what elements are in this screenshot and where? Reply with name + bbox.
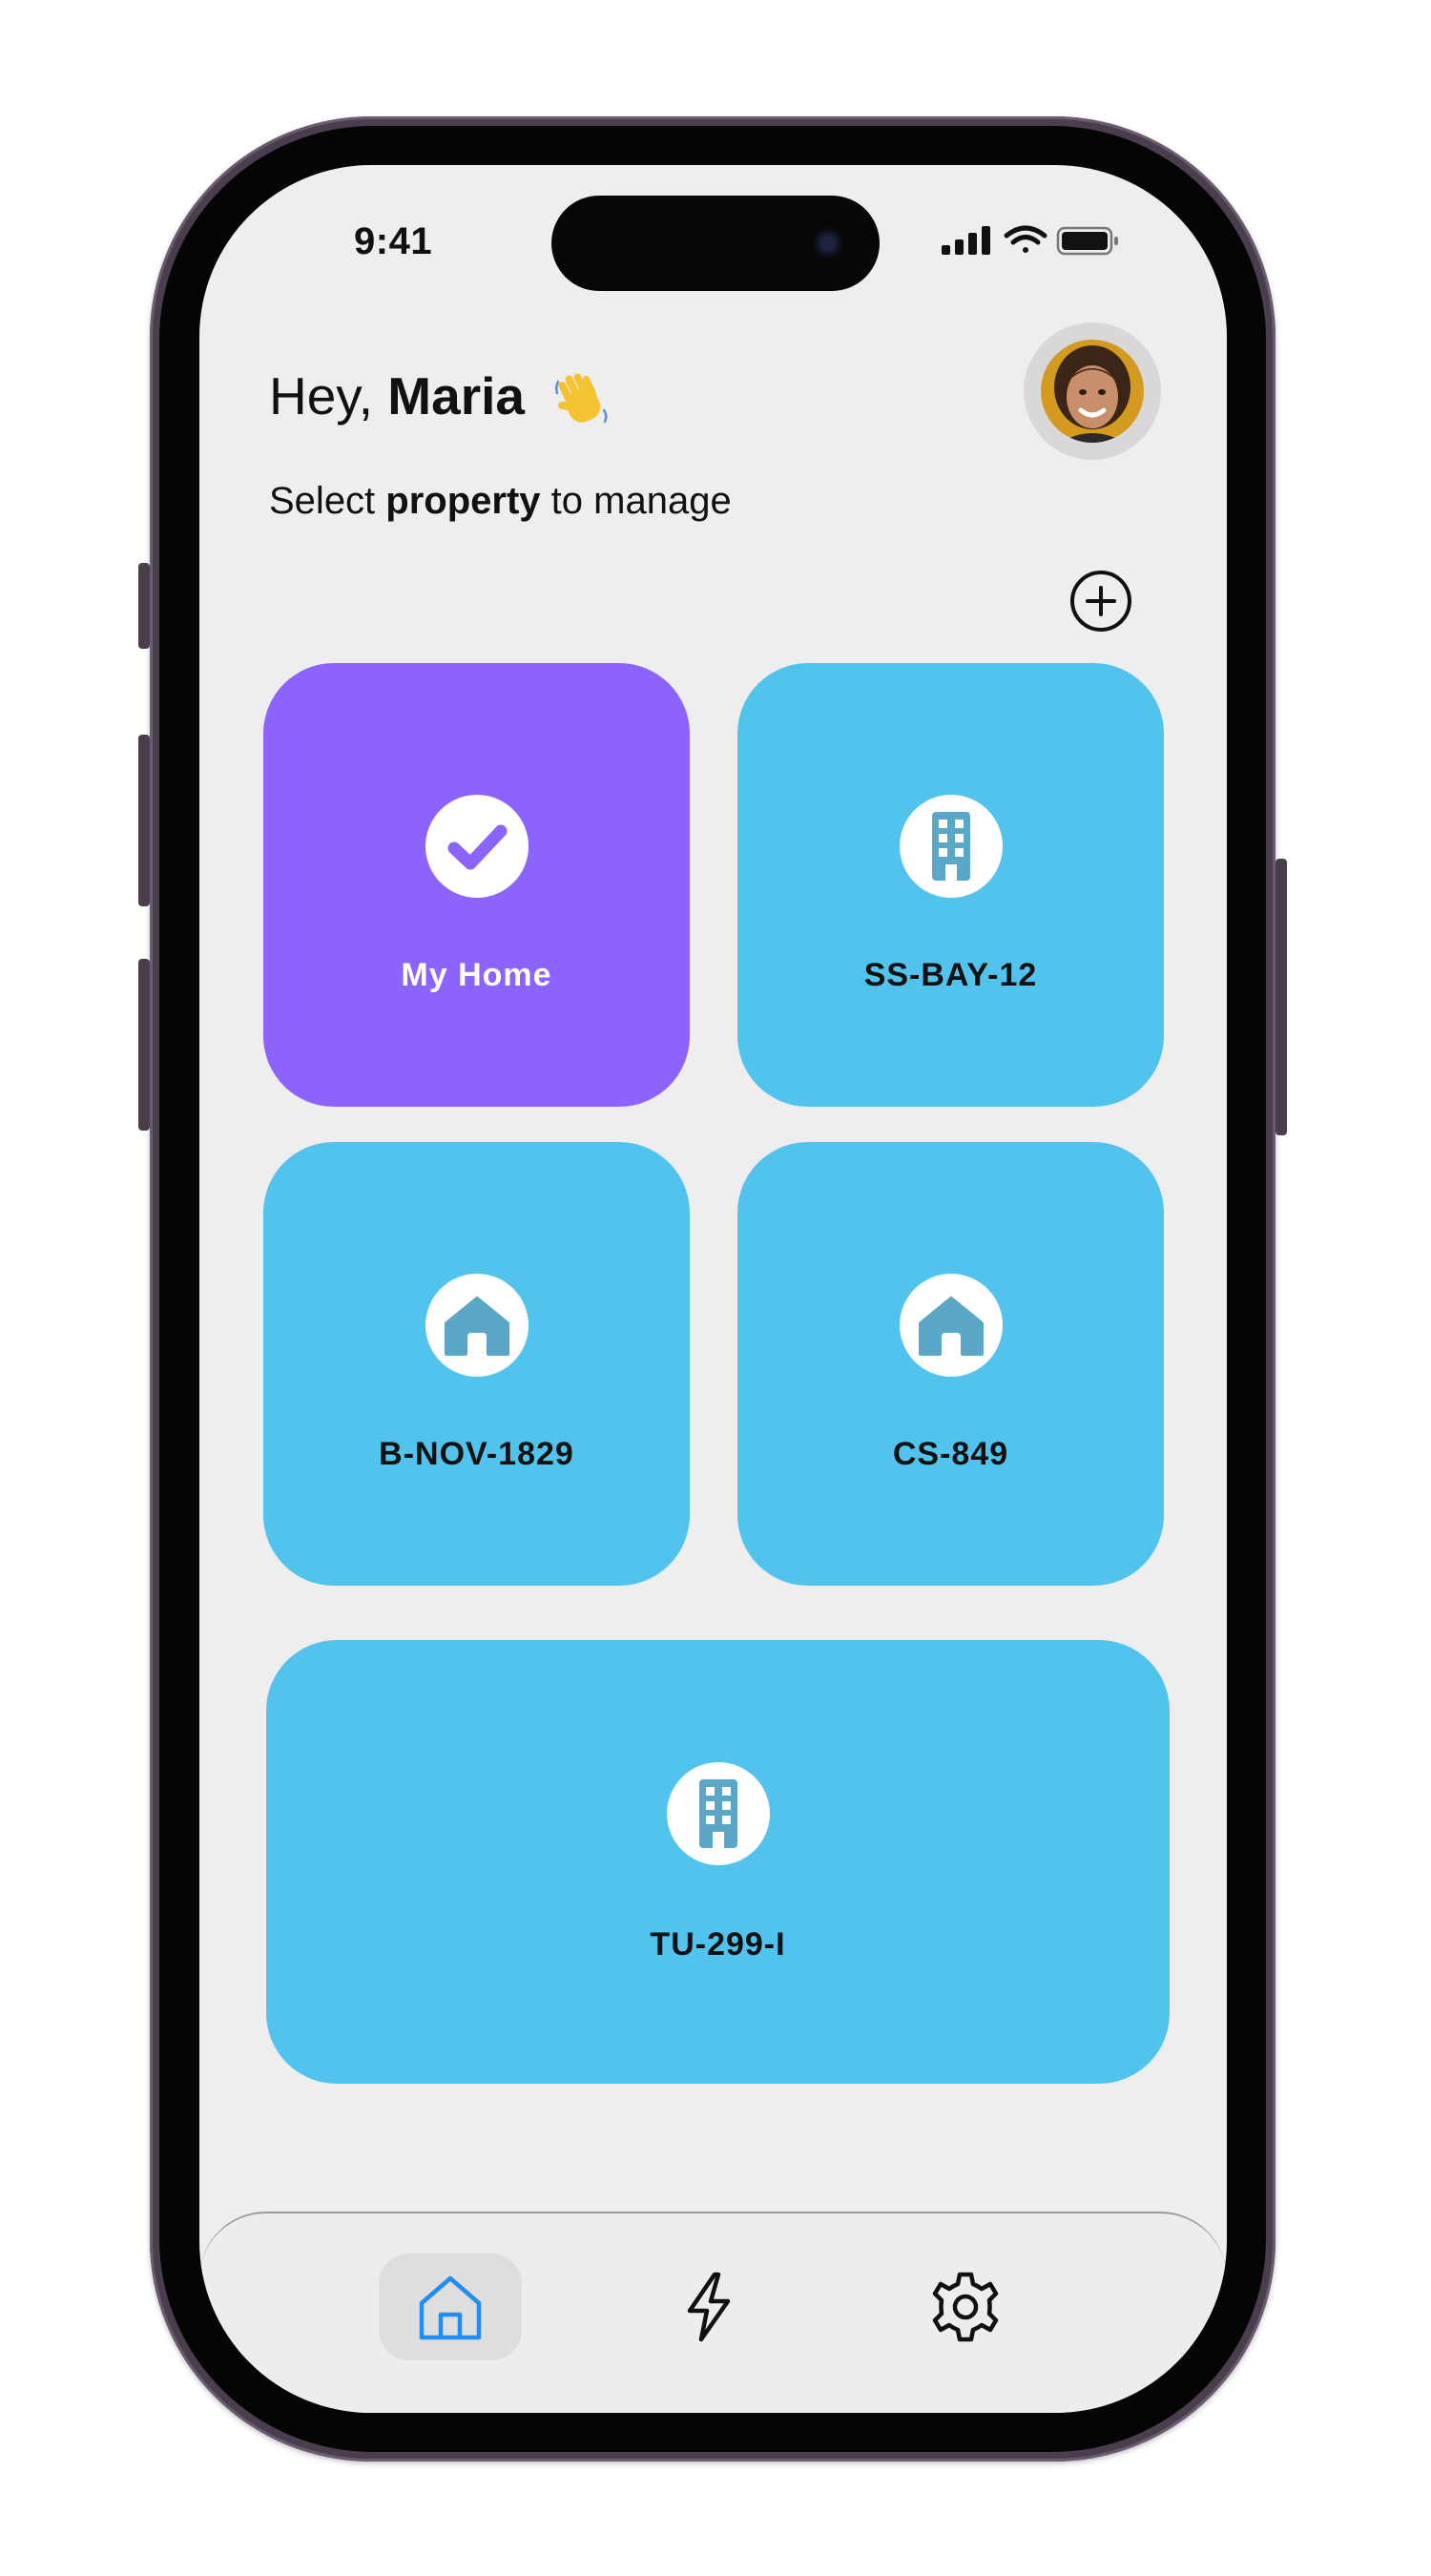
subtitle: Select property to manage	[269, 480, 732, 523]
property-label: SS-BAY-12	[863, 957, 1038, 993]
property-label: B-NOV-1829	[379, 1436, 574, 1472]
check-icon	[425, 795, 529, 898]
nav-settings[interactable]	[894, 2254, 1037, 2360]
avatar	[1041, 340, 1144, 443]
cellular-signal-icon	[942, 226, 990, 255]
house-icon	[425, 1274, 529, 1377]
silent-switch	[138, 563, 150, 649]
profile-avatar-button[interactable]	[1024, 322, 1161, 460]
add-property-button[interactable]	[1069, 570, 1132, 633]
home-icon	[419, 2275, 482, 2340]
property-label: My Home	[401, 957, 552, 993]
subtitle-bold: property	[385, 480, 541, 522]
status-icons	[942, 224, 1123, 257]
building-icon	[899, 795, 1003, 898]
volume-down-button	[138, 959, 150, 1131]
property-card-b-nov-1829[interactable]: B-NOV-1829	[263, 1142, 690, 1586]
greeting: Hey, Maria	[269, 365, 525, 426]
power-button	[1275, 859, 1287, 1135]
dynamic-island	[551, 196, 880, 291]
building-icon	[666, 1762, 770, 1865]
house-icon	[899, 1274, 1003, 1377]
property-card-tu-299-i[interactable]: TU-299-I	[266, 1640, 1170, 2084]
property-card-my-home[interactable]: My Home	[263, 663, 690, 1107]
nav-energy[interactable]	[637, 2254, 780, 2360]
app-screen: 9:41 Hey, Maria Select property to manag…	[199, 165, 1227, 2413]
wifi-icon	[1004, 225, 1047, 253]
subtitle-prefix: Select	[269, 480, 386, 522]
user-name: Maria	[387, 366, 525, 426]
subtitle-suffix: to manage	[540, 480, 732, 522]
waving-hand-icon	[552, 370, 612, 429]
front-camera	[813, 228, 843, 259]
lightning-icon	[687, 2272, 731, 2342]
battery-icon	[1056, 226, 1118, 256]
nav-home[interactable]	[379, 2254, 522, 2360]
volume-up-button	[138, 735, 150, 906]
property-label: TU-299-I	[650, 1926, 786, 1963]
gear-icon	[932, 2272, 999, 2342]
status-time: 9:41	[354, 220, 433, 262]
plus-circle-icon	[1070, 571, 1131, 632]
property-card-ss-bay-12[interactable]: SS-BAY-12	[737, 663, 1164, 1107]
greeting-prefix: Hey,	[269, 366, 388, 426]
property-card-cs-849[interactable]: CS-849	[737, 1142, 1164, 1586]
bottom-nav	[199, 2212, 1227, 2413]
property-label: CS-849	[892, 1436, 1009, 1472]
